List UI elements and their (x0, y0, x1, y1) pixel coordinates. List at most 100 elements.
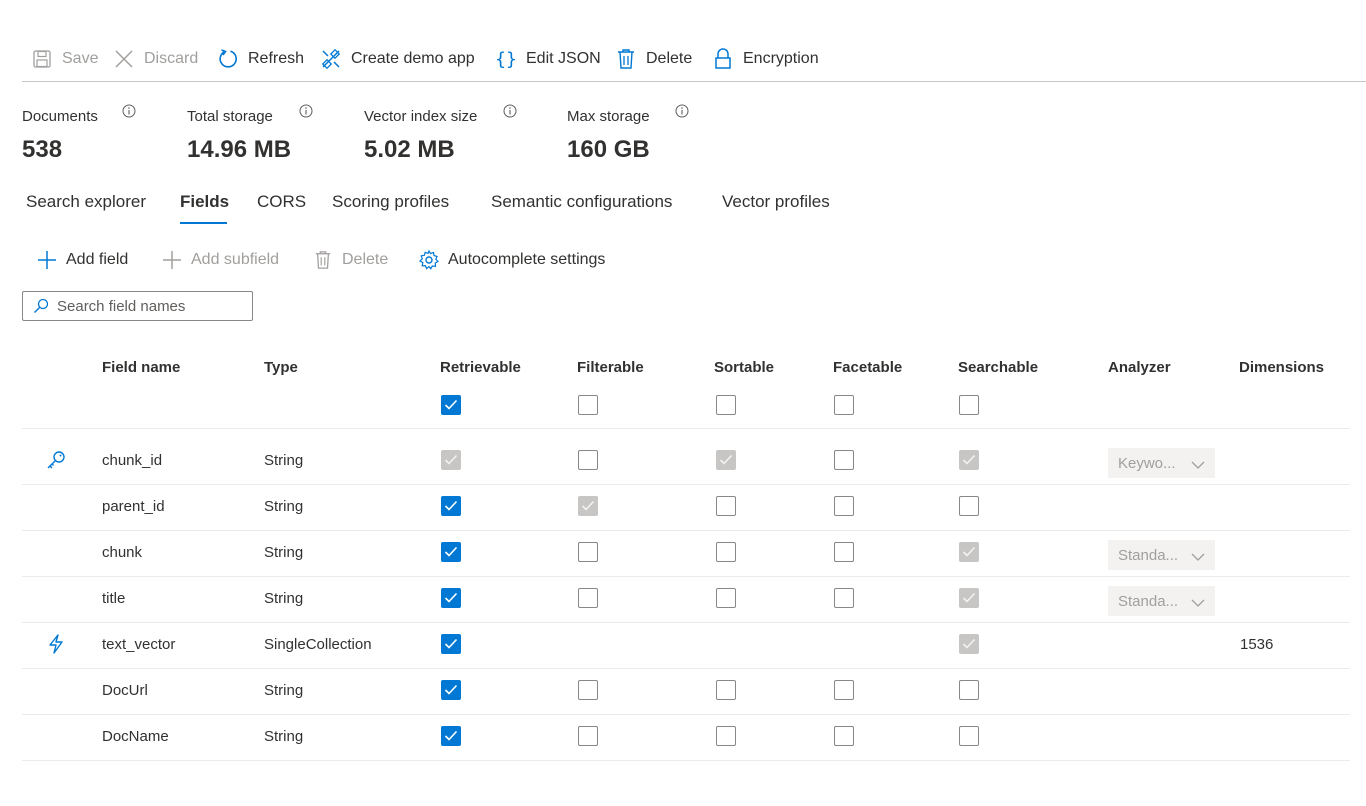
info-icon[interactable] (299, 104, 313, 118)
encryption-label: Encryption (743, 50, 819, 67)
dimensions-cell: 1536 (1240, 636, 1274, 653)
retrievable-checkbox[interactable] (441, 634, 461, 654)
searchable-checkbox[interactable] (959, 542, 979, 562)
column-header-field-name[interactable]: Field name (102, 359, 180, 376)
add-field-button[interactable]: Add field (36, 247, 128, 273)
facetable-checkbox[interactable] (834, 726, 854, 746)
refresh-button[interactable]: Refresh (217, 44, 304, 74)
table-row[interactable] (22, 668, 1350, 714)
column-header-retrievable[interactable]: Retrievable (440, 359, 521, 376)
column-header-type[interactable]: Type (264, 359, 298, 376)
filterable-checkbox[interactable] (578, 726, 598, 746)
searchable-checkbox[interactable] (959, 588, 979, 608)
field-name-cell[interactable]: chunk_id (102, 452, 162, 469)
stat-vector-index-size-value: 5.02 MB (364, 136, 455, 163)
add-icon (36, 249, 58, 271)
facetable-checkbox[interactable] (834, 450, 854, 470)
info-icon[interactable] (122, 104, 136, 118)
sortable-checkbox[interactable] (716, 588, 736, 608)
column-header-analyzer[interactable]: Analyzer (1108, 359, 1171, 376)
tab-scoring-profiles[interactable]: Scoring profiles (332, 192, 449, 212)
filterable-checkbox[interactable] (578, 588, 598, 608)
filterable-checkbox[interactable] (578, 496, 598, 516)
facetable-checkbox[interactable] (834, 588, 854, 608)
field-type-cell: String (264, 728, 304, 745)
retrievable-checkbox[interactable] (441, 588, 461, 608)
stat-vector-index-size-label: Vector index size (364, 108, 478, 125)
table-row[interactable] (22, 714, 1350, 760)
searchable-checkbox[interactable] (959, 634, 979, 654)
tab-search-explorer[interactable]: Search explorer (26, 192, 146, 212)
table-row[interactable] (22, 484, 1350, 530)
field-name-cell[interactable]: parent_id (102, 498, 165, 515)
filterable-checkbox[interactable] (578, 680, 598, 700)
facetable-checkbox[interactable] (834, 680, 854, 700)
retrievable-checkbox[interactable] (441, 450, 461, 470)
field-name-cell[interactable]: title (102, 590, 125, 607)
facetable-checkbox[interactable] (834, 542, 854, 562)
sortable-checkbox[interactable] (716, 680, 736, 700)
save-button[interactable]: Save (31, 44, 98, 74)
create-demo-app-button[interactable]: Create demo app (320, 44, 475, 74)
autocomplete-settings-button[interactable]: Autocomplete settings (418, 247, 605, 273)
add-subfield-button[interactable]: Add subfield (161, 247, 279, 273)
field-name-cell[interactable]: DocName (102, 728, 169, 745)
retrievable-checkbox[interactable] (441, 496, 461, 516)
edit-json-button[interactable]: {} Edit JSON (495, 44, 601, 74)
select-all-facetable-checkbox[interactable] (834, 395, 854, 415)
searchable-checkbox[interactable] (959, 680, 979, 700)
select-all-retrievable-checkbox[interactable] (441, 395, 461, 415)
search-box (22, 291, 253, 321)
select-all-filterable-checkbox[interactable] (578, 395, 598, 415)
searchable-checkbox[interactable] (959, 726, 979, 746)
encryption-button[interactable]: Encryption (712, 44, 819, 74)
sortable-checkbox[interactable] (716, 450, 736, 470)
searchable-checkbox[interactable] (959, 450, 979, 470)
sortable-checkbox[interactable] (716, 726, 736, 746)
field-name-cell[interactable]: DocUrl (102, 682, 148, 699)
tab-vector-profiles[interactable]: Vector profiles (722, 192, 830, 212)
discard-button[interactable]: Discard (113, 44, 198, 74)
column-header-facetable[interactable]: Facetable (833, 359, 902, 376)
add-icon (161, 249, 183, 271)
info-icon[interactable] (675, 104, 689, 118)
tab-semantic-configurations[interactable]: Semantic configurations (491, 192, 672, 212)
sortable-checkbox[interactable] (716, 496, 736, 516)
column-header-filterable[interactable]: Filterable (577, 359, 644, 376)
analyzer-dropdown[interactable]: Standa... (1108, 540, 1215, 570)
stat-max-storage-value: 160 GB (567, 136, 650, 163)
table-row[interactable] (22, 622, 1350, 668)
chevron-down-icon (1191, 595, 1205, 612)
info-icon[interactable] (503, 104, 517, 118)
retrievable-checkbox[interactable] (441, 680, 461, 700)
active-tab-indicator (180, 222, 227, 224)
header-divider (22, 428, 1350, 429)
filterable-checkbox[interactable] (578, 542, 598, 562)
field-type-cell: String (264, 544, 304, 561)
sortable-checkbox[interactable] (716, 542, 736, 562)
tab-fields[interactable]: Fields (180, 192, 229, 212)
analyzer-dropdown[interactable]: Standa... (1108, 586, 1215, 616)
select-all-sortable-checkbox[interactable] (716, 395, 736, 415)
delete-index-button[interactable]: Delete (615, 44, 692, 74)
column-header-dimensions[interactable]: Dimensions (1239, 359, 1324, 376)
analyzer-dropdown[interactable]: Keywo... (1108, 448, 1215, 478)
retrievable-checkbox[interactable] (441, 726, 461, 746)
column-header-sortable[interactable]: Sortable (714, 359, 774, 376)
autocomplete-settings-label: Autocomplete settings (448, 251, 606, 268)
retrievable-checkbox[interactable] (441, 542, 461, 562)
delete-field-button[interactable]: Delete (312, 247, 388, 273)
chevron-down-icon (1191, 457, 1205, 474)
searchable-checkbox[interactable] (959, 496, 979, 516)
tab-cors[interactable]: CORS (257, 192, 306, 212)
facetable-checkbox[interactable] (834, 496, 854, 516)
column-header-searchable[interactable]: Searchable (958, 359, 1038, 376)
field-name-cell[interactable]: chunk (102, 544, 142, 561)
select-all-searchable-checkbox[interactable] (959, 395, 979, 415)
braces-icon: {} (495, 48, 517, 70)
search-input[interactable] (57, 297, 237, 315)
search-icon (33, 298, 49, 314)
field-name-cell[interactable]: text_vector (102, 636, 175, 653)
field-type-cell: String (264, 590, 304, 607)
filterable-checkbox[interactable] (578, 450, 598, 470)
